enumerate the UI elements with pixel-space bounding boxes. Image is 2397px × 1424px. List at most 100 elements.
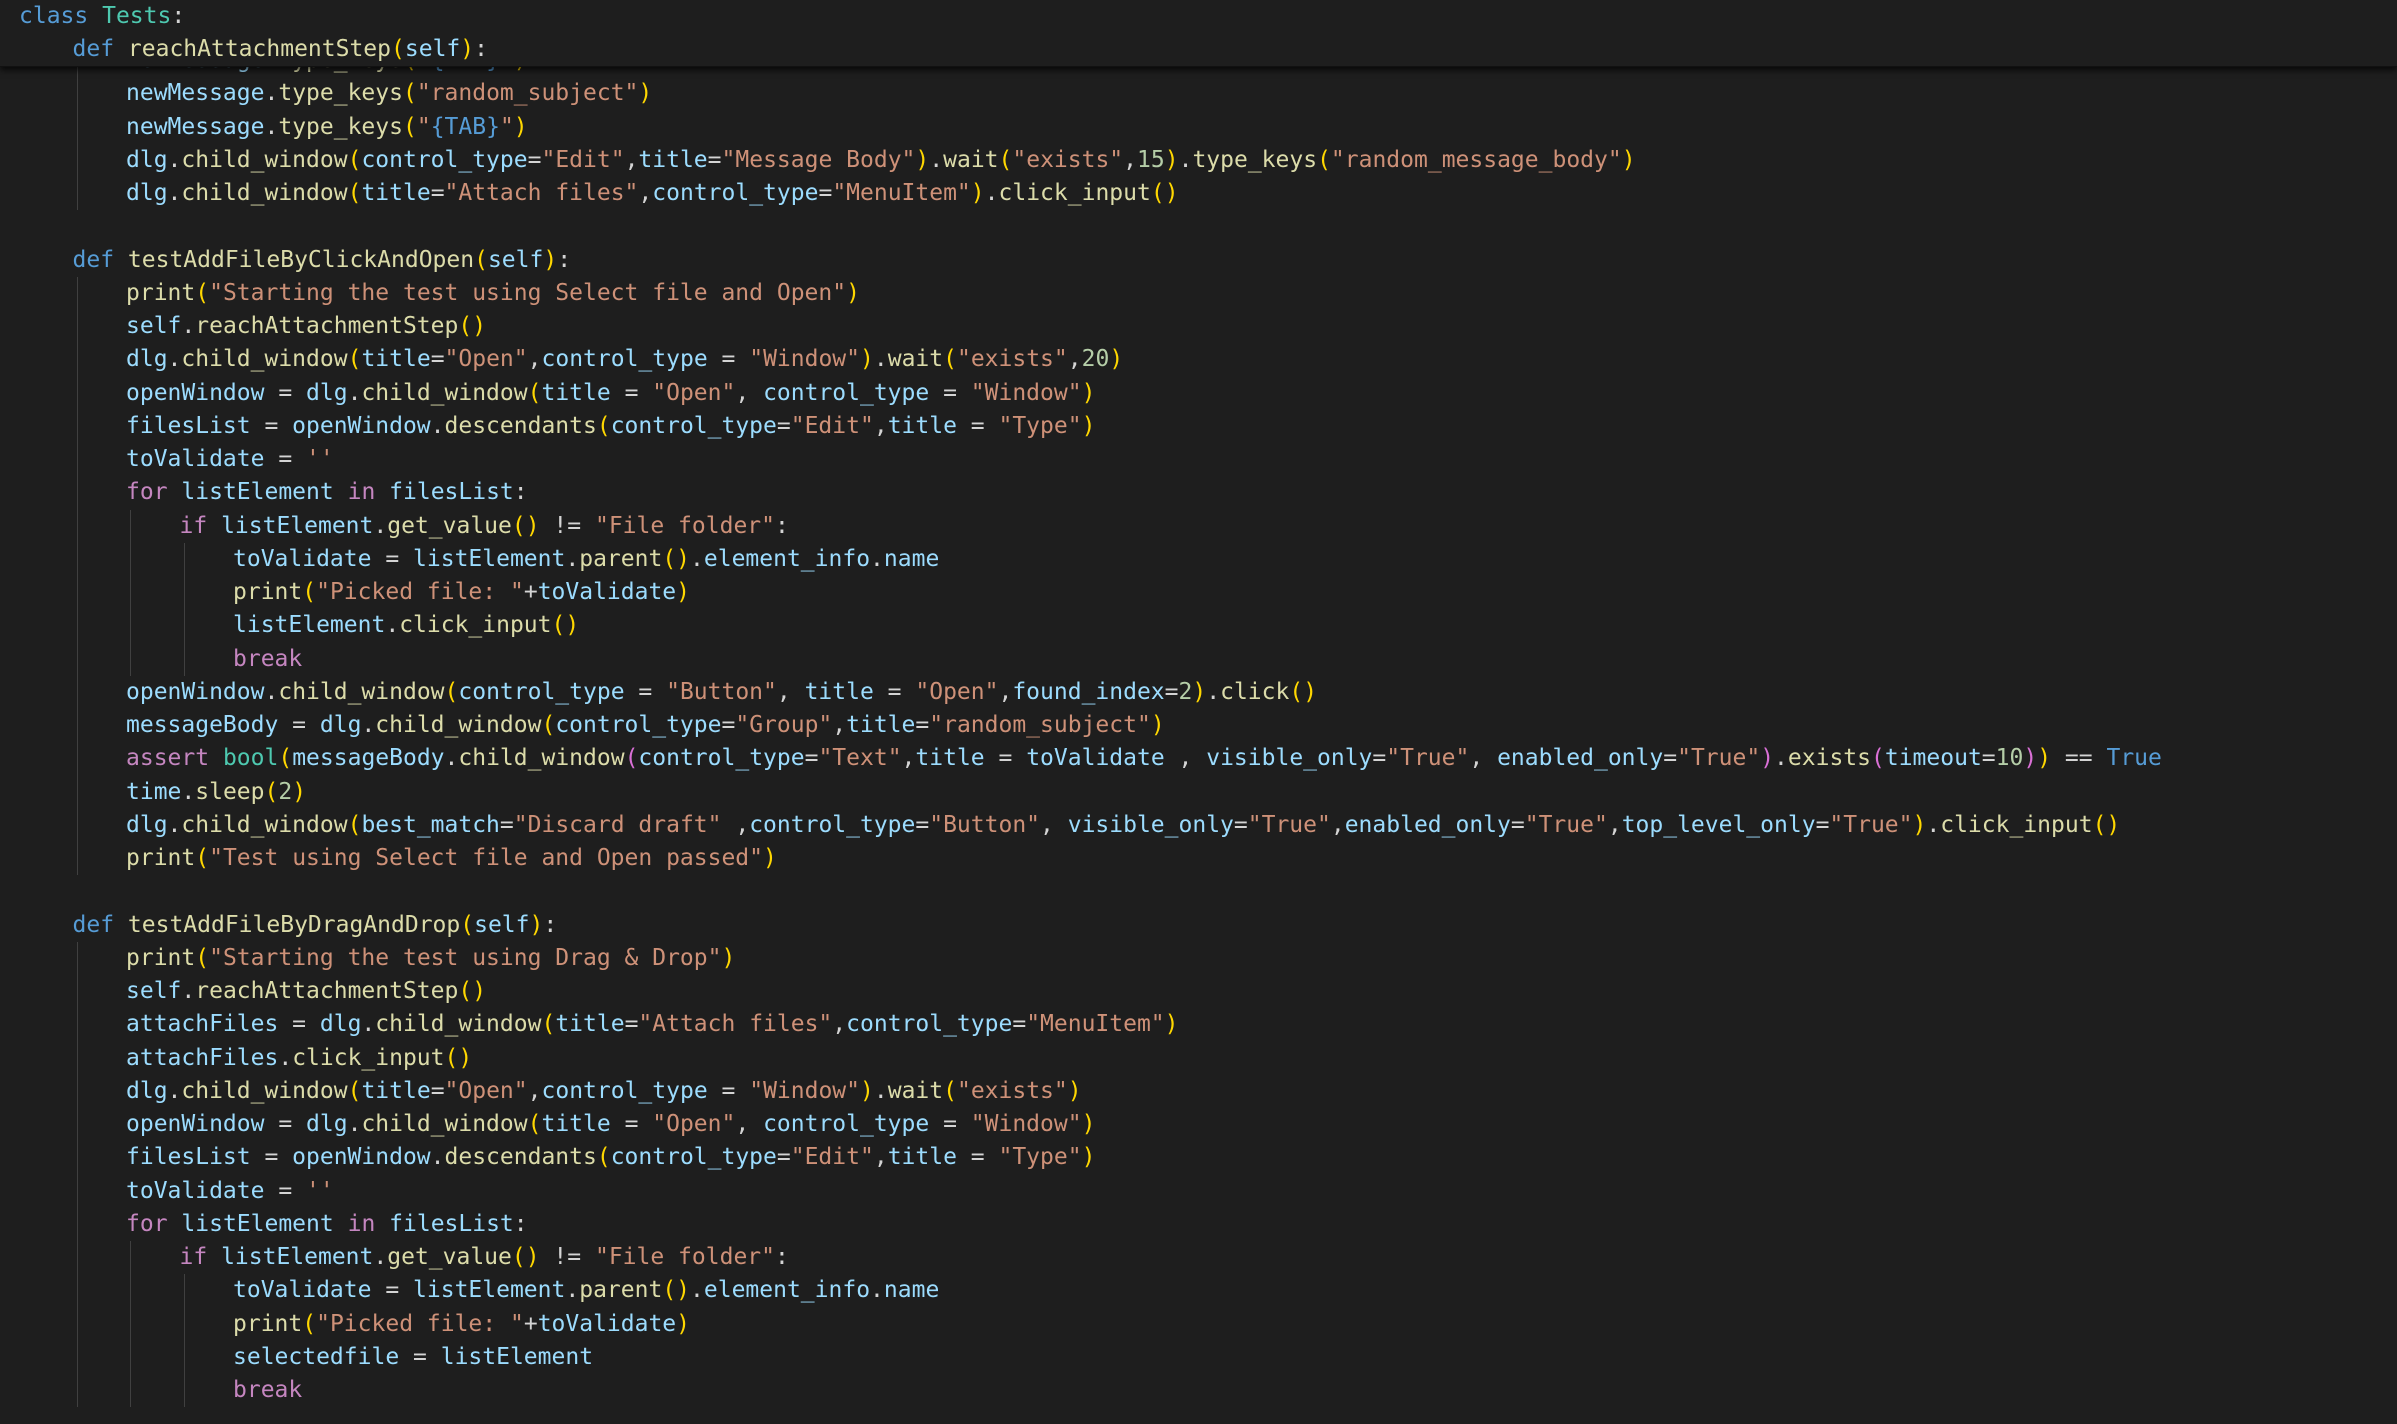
code-line[interactable]: newMessage.type_keys("random_subject") [0,77,2162,111]
code-token: dlg [126,811,168,838]
code-line[interactable]: openWindow.child_window(control_type = "… [0,675,2162,709]
code-line[interactable]: filesList = openWindow.descendants(contr… [0,1141,2162,1175]
code-token: = [1164,678,1179,705]
code-token: ) [529,911,544,938]
code-token: = [915,712,930,738]
code-token: child_window [181,346,348,373]
indent-guide [76,376,78,410]
code-token: parent [579,1277,663,1304]
code-token: = [1815,811,1830,838]
code-line[interactable]: break [0,1374,2162,1408]
code-token: testAddFileByClickAndOpen [127,246,475,273]
code-line[interactable]: for listElement in filesList: [0,476,2162,510]
code-line[interactable]: dlg.child_window(best_match="Discard dra… [0,808,2162,842]
code-token: ) [2037,745,2052,772]
code-token: "exists" [956,1077,1068,1104]
code-token: control_type [763,1111,930,1137]
code-line[interactable]: openWindow = dlg.child_window(title = "O… [0,376,2162,410]
code-token: title [887,412,957,439]
code-token: = [264,1177,307,1204]
code-line[interactable]: selectedfile = listElement [0,1340,2162,1374]
code-token: . [444,745,459,772]
code-line[interactable]: dlg.child_window(title="Open",control_ty… [0,1074,2162,1108]
code-token: , [1040,811,1068,838]
code-token: ) [1760,745,1775,772]
code-line[interactable] [0,875,2162,908]
code-token: , [721,811,750,838]
code-line[interactable]: print("Picked file: "+toValidate) [0,1307,2162,1341]
code-line[interactable]: attachFiles = dlg.child_window(title="At… [0,1008,2162,1042]
code-line[interactable]: class Tests: [0,0,2397,33]
code-line[interactable]: toValidate = '' [0,443,2162,477]
code-token: ) [543,246,558,273]
code-token: time [126,778,182,805]
code-line[interactable]: assert bool(messageBody.child_window(con… [0,742,2162,776]
code-token: : [543,911,558,938]
code-token: timeout [1884,745,1982,772]
sticky-scroll-header[interactable]: class Tests: def reachAttachmentStep(self… [0,0,2397,67]
code-line[interactable]: newMessage.type_keys("{TAB}") [0,110,2162,144]
code-line[interactable]: break [0,642,2162,676]
code-line[interactable]: dlg.child_window(control_type="Edit",tit… [0,143,2162,177]
code-token: ( [195,279,210,306]
code-line[interactable]: toValidate = listElement.parent().elemen… [0,1274,2162,1308]
code-token: title [361,180,431,206]
code-token: title [361,1077,431,1104]
code-line[interactable] [0,210,2162,243]
code-token: "Window" [970,379,1082,406]
code-line[interactable]: if listElement.get_value() != "File fold… [0,509,2162,543]
code-line[interactable]: print("Starting the test using Select fi… [0,276,2162,310]
code-line[interactable]: openWindow = dlg.child_window(title = "O… [0,1108,2162,1142]
code-line[interactable]: def reachAttachmentStep(self): [0,33,2397,66]
code-line[interactable]: filesList = openWindow.descendants(contr… [0,409,2162,443]
code-line[interactable]: print("Test using Select file and Open p… [0,842,2162,876]
code-token: top_level_only [1621,811,1816,838]
code-token: . [167,346,182,373]
code-token: " [417,66,431,73]
code-line[interactable]: listElement.click_input() [0,609,2162,643]
code-line[interactable]: toValidate = listElement.parent().elemen… [0,542,2162,576]
code-line[interactable]: dlg.child_window(title="Attach files",co… [0,177,2162,211]
code-token: , [1607,811,1622,838]
code-line[interactable]: toValidate = '' [0,1174,2162,1208]
code-token: child_window [458,745,625,772]
code-token: "random_subject" [929,712,1151,738]
code-token: = [1981,745,1996,772]
code-token: best_match [361,811,500,838]
code-token: () [662,1277,691,1304]
code-line[interactable]: self.reachAttachmentStep() [0,310,2162,344]
code-token: "Type" [998,412,1082,439]
code-editor[interactable]: newMessage.type_keys("{TAB}")newMessage.… [0,66,2397,1424]
code-token: , [527,346,542,373]
code-line[interactable]: messageBody = dlg.child_window(control_t… [0,709,2162,743]
code-line[interactable]: self.reachAttachmentStep() [0,975,2162,1009]
code-line[interactable]: print("Picked file: "+toValidate) [0,576,2162,610]
code-token: title [541,379,611,406]
code-line[interactable]: def testAddFileByClickAndOpen(self): [0,244,2162,277]
code-token: , [624,146,639,173]
code-token: . [565,1277,580,1304]
code-token: ( [391,36,405,63]
code-line[interactable]: time.sleep(2) [0,775,2162,809]
code-line[interactable]: def testAddFileByDragAndDrop(self): [0,909,2162,942]
code-line[interactable]: for listElement in filesList: [0,1207,2162,1241]
code-token: {TAB} [431,66,500,73]
code-line[interactable]: if listElement.get_value() != "File fold… [0,1241,2162,1275]
code-token: click_input [292,1044,445,1071]
code-token: ( [527,379,542,406]
code-line[interactable]: print("Starting the test using Drag & Dr… [0,941,2162,975]
indent-guide [76,609,78,643]
code-token: element_info [703,1277,871,1304]
code-token: = [915,811,930,838]
code-token: selectedfile [233,1343,400,1370]
code-token: name [883,1277,940,1304]
code-token: = [624,678,667,705]
indent-guide [76,1174,78,1208]
code-line[interactable]: attachFiles.click_input() [0,1041,2162,1075]
code-line[interactable]: dlg.child_window(title="Open",control_ty… [0,343,2162,377]
code-token: openWindow [126,1111,265,1137]
code-line[interactable]: newMessage.type_keys("{TAB}") [0,66,2162,78]
code-token: "exists" [1012,146,1124,173]
code-token: . [264,113,279,140]
